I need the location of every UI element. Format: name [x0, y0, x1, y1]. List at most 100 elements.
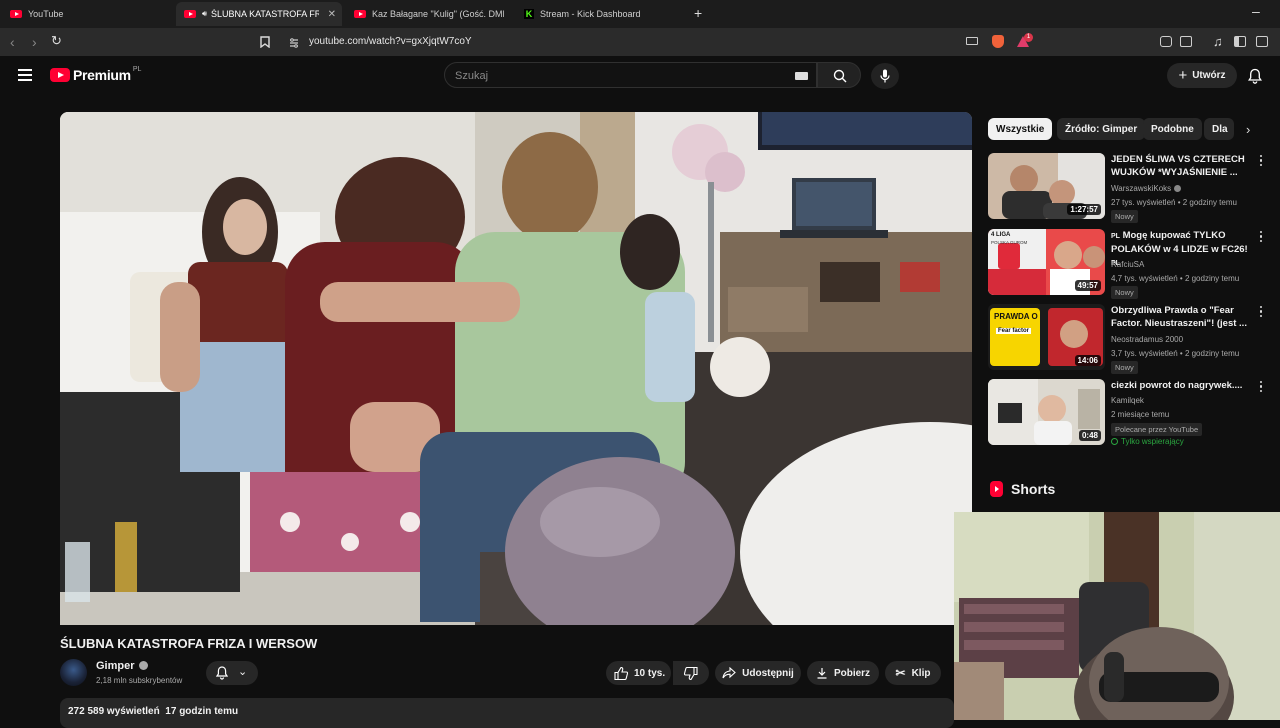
clip-button[interactable]: ✂︎ Klip [885, 661, 941, 685]
video-thumbnail[interactable]: 4 LIGA POLSKA GUROM 49:57 [988, 229, 1105, 295]
video-title-text[interactable]: Mogę kupować TYLKO POLAKÓW w 4 LIDZE w F… [1111, 230, 1248, 255]
dislike-button[interactable] [673, 661, 709, 685]
download-button[interactable]: Pobierz [807, 661, 879, 685]
more-options-icon[interactable] [1260, 381, 1263, 394]
menu-icon[interactable] [18, 69, 32, 81]
video-frame [60, 112, 972, 625]
extensions-icon[interactable] [1160, 36, 1172, 47]
shorts-heading: Shorts [1011, 481, 1056, 497]
recommended-video[interactable]: PRAWDA O Fear factor 14:06 Obrzydliwa Pr… [988, 304, 1278, 374]
tab-label: Kaz Bałagane "Kulig" (Gość. DMN)@ [372, 9, 504, 19]
verified-icon [138, 661, 148, 670]
back-button[interactable]: ‹ [10, 34, 15, 50]
video-title[interactable]: Obrzydliwa Prawda o "Fear Factor. Nieust… [1111, 304, 1251, 330]
video-title[interactable]: JEDEN ŚLIWA VS CZTERECH WUJKÓW *WYJAŚNIE… [1111, 153, 1251, 179]
search-icon [833, 69, 847, 83]
search-input[interactable]: Szukaj [444, 62, 817, 88]
new-tab-button[interactable]: + [694, 5, 702, 21]
cast-icon[interactable] [966, 37, 978, 45]
youtube-play-icon [50, 68, 70, 82]
video-title[interactable]: ciezki powrot do nagrywek.... [1111, 379, 1251, 392]
url-text[interactable]: youtube.com/watch?v=gxXjqtW7coY [309, 36, 472, 47]
chip-source-gimper[interactable]: Źródło: Gimper [1057, 118, 1146, 140]
members-only-badge: Tylko wspierający [1111, 437, 1184, 446]
notifications-bell-icon[interactable] [1248, 68, 1262, 84]
description-box[interactable]: 272 589 wyświetleń 17 godzin temu [60, 698, 954, 728]
video-meta: 2 miesiące temu [1111, 410, 1170, 419]
channel-name[interactable]: WarszawskiKoks [1111, 184, 1182, 193]
view-info: 272 589 wyświetleń 17 godzin temu [68, 706, 238, 717]
tab-label: YouTube [28, 9, 64, 19]
brave-shields-icon[interactable] [992, 35, 1004, 48]
channel-name[interactable]: RafciuSA [1111, 260, 1144, 269]
sidebar-icon[interactable] [1234, 36, 1246, 47]
webcam-image [954, 512, 1280, 720]
site-settings-icon[interactable] [288, 36, 300, 54]
close-tab-icon[interactable]: ✕ [328, 9, 336, 20]
channel-name-text[interactable]: Gimper [96, 660, 135, 672]
thumbs-down-icon [684, 666, 698, 680]
video-thumbnail[interactable]: 0:48 [988, 379, 1105, 445]
browser-tab-bar: YouTube 🔊︎ ŚLUBNA KATASTROFA FRIZA I ✕ K… [0, 0, 1280, 28]
subscriber-count: 2,18 mln subskrybentów [96, 676, 183, 685]
flag-pl: PL [1111, 233, 1120, 240]
keyboard-icon[interactable] [795, 72, 808, 80]
youtube-icon [10, 10, 22, 18]
download-icon [817, 668, 827, 679]
search-placeholder: Szukaj [455, 70, 489, 82]
video-thumbnail[interactable]: 1:27:57 [988, 153, 1105, 219]
channel-name[interactable]: Neostradamus 2000 [1111, 335, 1183, 344]
download-label: Pobierz [833, 667, 871, 679]
recommended-video[interactable]: 1:27:57 JEDEN ŚLIWA VS CZTERECH WUJKÓW *… [988, 153, 1278, 223]
voice-search-button[interactable] [871, 63, 899, 89]
recommended-video[interactable]: 4 LIGA POLSKA GUROM 49:57 PL Mogę kupowa… [988, 229, 1278, 299]
tab-kaz-balagane[interactable]: Kaz Bałagane "Kulig" (Gość. DMN)@ [346, 2, 512, 26]
more-options-icon[interactable] [1260, 231, 1263, 244]
verified-icon [1174, 185, 1182, 192]
screenshot-icon[interactable] [1180, 36, 1192, 47]
wallet-icon[interactable] [1256, 36, 1268, 47]
chip-all[interactable]: Wszystkie [988, 118, 1053, 140]
logo-text: Premium [73, 67, 131, 83]
tab-label: ŚLUBNA KATASTROFA FRIZA I [211, 9, 320, 19]
create-button[interactable]: + Utwórz [1167, 63, 1237, 88]
new-badge: Nowy [1111, 286, 1138, 299]
video-thumbnail[interactable]: PRAWDA O Fear factor 14:06 [988, 304, 1105, 370]
channel-name-text[interactable]: WarszawskiKoks [1111, 184, 1171, 193]
more-options-icon[interactable] [1260, 155, 1263, 168]
new-badge: Nowy [1111, 361, 1138, 374]
new-badge: Nowy [1111, 210, 1138, 223]
plus-icon: + [1178, 67, 1188, 84]
tab-video[interactable]: 🔊︎ ŚLUBNA KATASTROFA FRIZA I ✕ [176, 2, 342, 26]
minimize-window-button[interactable]: – [1252, 3, 1260, 19]
more-options-icon[interactable] [1260, 306, 1263, 319]
share-icon [722, 667, 736, 679]
chip-label: Źródło: Gimper [1065, 123, 1138, 135]
forward-button[interactable]: › [32, 34, 37, 50]
chip-related[interactable]: Podobne [1143, 118, 1202, 140]
video-player[interactable] [60, 112, 972, 625]
recommended-video[interactable]: 0:48 ciezki powrot do nagrywek.... Kamil… [988, 379, 1278, 459]
bell-icon [216, 666, 228, 680]
channel-name[interactable]: Kamilqek [1111, 396, 1144, 405]
chip-for-you[interactable]: Dla [1204, 118, 1234, 140]
chevron-right-icon[interactable]: › [1246, 122, 1250, 137]
share-label: Udostępnij [742, 667, 794, 679]
like-button[interactable]: 10 tys. [606, 661, 671, 685]
share-button[interactable]: Udostępnij [715, 661, 801, 685]
notification-settings-button[interactable]: ⌄ [206, 661, 258, 685]
video-duration: 49:57 [1074, 280, 1101, 291]
channel-avatar[interactable] [60, 659, 87, 686]
channel-name[interactable]: Gimper [96, 660, 148, 672]
search-button[interactable] [817, 62, 861, 88]
reload-button[interactable]: ↻ [51, 33, 62, 49]
tab-kick-dashboard[interactable]: K Stream - Kick Dashboard [516, 2, 686, 26]
speaker-icon[interactable]: 🔊︎ [202, 9, 207, 19]
tab-youtube[interactable]: YouTube [2, 2, 172, 26]
tab-label: Stream - Kick Dashboard [540, 9, 641, 19]
youtube-premium-logo[interactable]: Premium PL [50, 66, 141, 83]
video-meta: 27 tys. wyświetleń • 2 godziny temu [1111, 198, 1237, 207]
chip-label: Wszystkie [996, 123, 1045, 135]
address-bar[interactable]: youtube.com/watch?v=gxXjqtW7coY [252, 32, 1040, 52]
media-icon[interactable]: ♫ [1213, 34, 1223, 49]
